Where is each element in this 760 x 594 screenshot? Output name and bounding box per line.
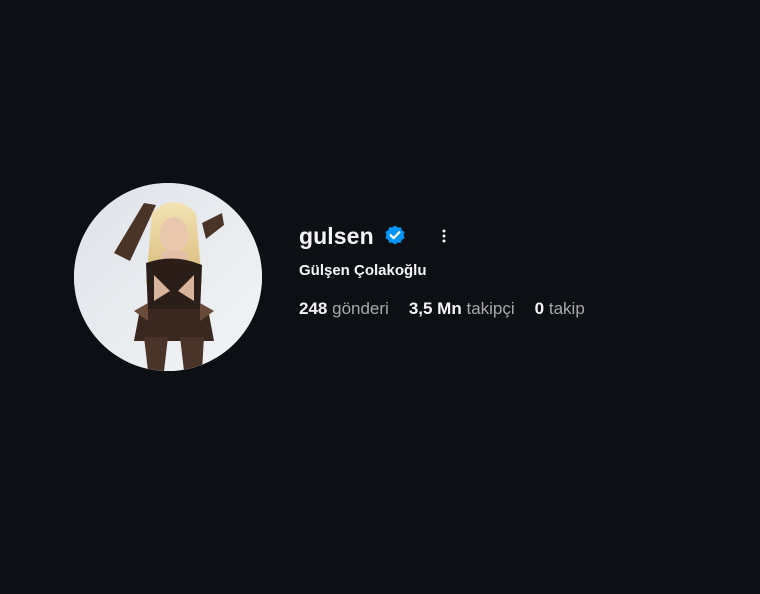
avatar[interactable] <box>74 183 262 371</box>
posts-stat: 248 gönderi <box>299 299 389 319</box>
posts-count: 248 <box>299 299 328 318</box>
profile-stats: 248 gönderi 3,5 Mn takipçi 0 takip <box>299 299 605 319</box>
following-stat[interactable]: 0 takip <box>535 299 585 319</box>
followers-count: 3,5 Mn <box>408 299 462 318</box>
followers-stat[interactable]: 3,5 Mn takipçi <box>409 299 515 319</box>
more-options-icon[interactable] <box>435 225 453 247</box>
verified-badge-icon <box>383 224 407 248</box>
profile-page: gulsen Gülşen Çolakoğlu 248 gönderi 3,5 … <box>0 0 760 594</box>
following-count: 0 <box>534 299 545 318</box>
followers-label: takipçi <box>466 299 515 318</box>
following-label: takip <box>548 299 585 318</box>
username: gulsen <box>299 222 374 249</box>
profile-info: gulsen Gülşen Çolakoğlu 248 gönderi 3,5 … <box>299 220 605 319</box>
posts-label: gönderi <box>332 299 389 318</box>
full-name: Gülşen Çolakoğlu <box>299 262 427 279</box>
profile-photo-image <box>74 183 262 371</box>
name-row: gulsen <box>299 220 605 252</box>
